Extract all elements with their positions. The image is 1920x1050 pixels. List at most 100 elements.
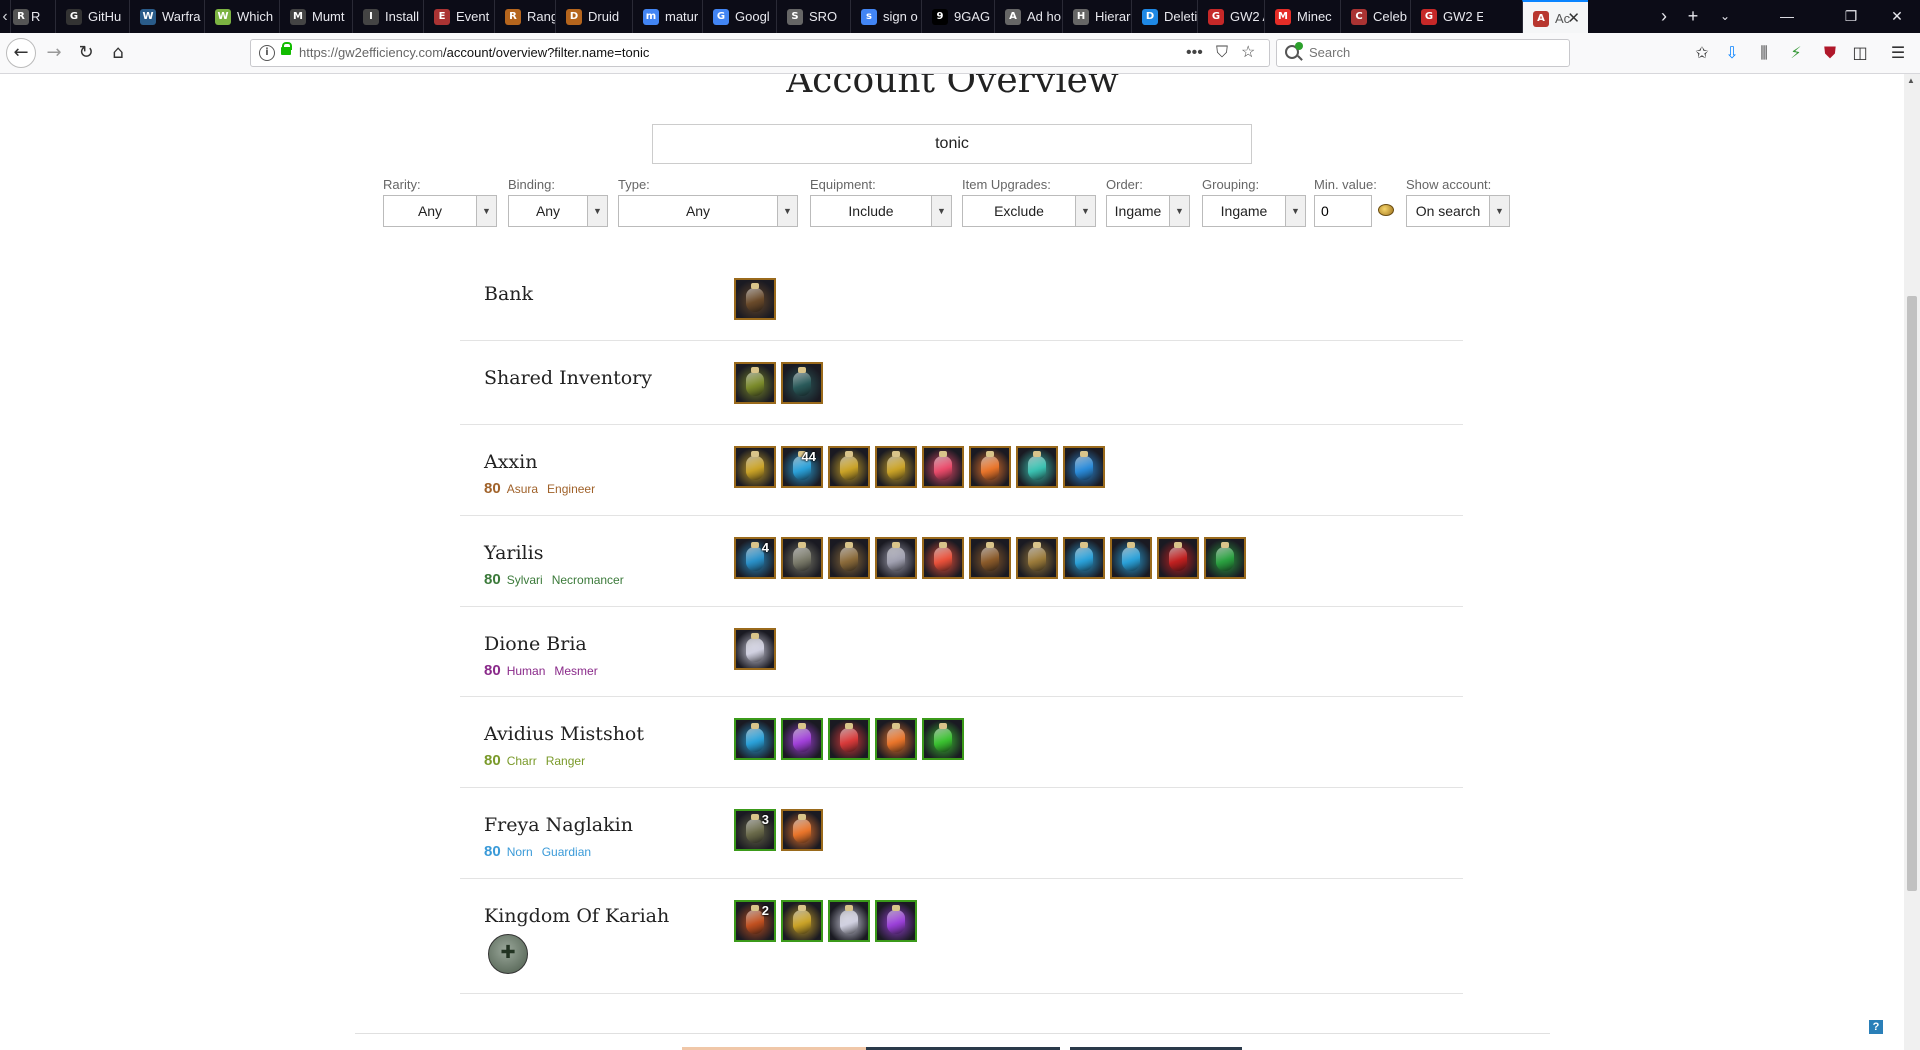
section-name[interactable]: Dione Bria — [484, 633, 587, 655]
forward-button[interactable]: → — [40, 39, 68, 67]
tab-21[interactable]: G GW2 E — [1410, 0, 1522, 33]
download-icon[interactable]: ⇩ — [1720, 41, 1744, 65]
item-icon[interactable] — [781, 718, 823, 760]
item-icon[interactable] — [1063, 446, 1105, 488]
item-icon[interactable] — [1016, 446, 1058, 488]
page-actions-menu-icon[interactable]: ••• — [1186, 40, 1203, 66]
rarity-select[interactable]: Any ▼ — [383, 195, 497, 227]
page-scrollbar[interactable]: ▲ — [1904, 74, 1920, 1050]
section-name[interactable]: Avidius Mistshot — [484, 723, 644, 745]
tab-15[interactable]: A Ad ho — [994, 0, 1062, 33]
item-icon[interactable] — [828, 718, 870, 760]
sidebar-icon[interactable]: ◫ — [1848, 41, 1872, 65]
binding-select[interactable]: Any ▼ — [508, 195, 608, 227]
tab-7[interactable]: E Event — [423, 0, 494, 33]
item-icon[interactable] — [781, 809, 823, 851]
item-icon[interactable]: 44 — [781, 446, 823, 488]
tab-1[interactable]: RR — [10, 0, 55, 33]
tab-10[interactable]: m matur — [632, 0, 702, 33]
item-icon[interactable] — [828, 900, 870, 942]
bookmark-star-icon[interactable]: ☆ — [1241, 40, 1255, 66]
item-icon[interactable]: 3 — [734, 809, 776, 851]
section-name[interactable]: Kingdom Of Kariah — [484, 905, 669, 927]
scroll-up-arrow-icon[interactable]: ▲ — [1907, 76, 1915, 85]
tab-19[interactable]: M Minec — [1264, 0, 1340, 33]
scrollbar-thumb[interactable] — [1907, 296, 1917, 891]
chevron-down-icon[interactable]: ▼ — [931, 196, 951, 226]
chevron-down-icon[interactable]: ▼ — [1075, 196, 1095, 226]
tab-8[interactable]: R Range — [494, 0, 555, 33]
tab-list-chevron-down-icon[interactable]: ⌄ — [1708, 0, 1742, 33]
chevron-down-icon[interactable]: ▼ — [777, 196, 797, 226]
min-value-input[interactable] — [1314, 195, 1372, 227]
item-icon[interactable] — [734, 362, 776, 404]
tab-14[interactable]: 9 9GAG — [921, 0, 994, 33]
reload-button[interactable]: ↻ — [72, 39, 100, 67]
item-icon[interactable] — [1063, 537, 1105, 579]
item-icon[interactable]: 4 — [734, 537, 776, 579]
type-select[interactable]: Any ▼ — [618, 195, 798, 227]
chevron-down-icon[interactable]: ▼ — [476, 196, 496, 226]
chevron-down-icon[interactable]: ▼ — [587, 196, 607, 226]
item-icon[interactable] — [875, 718, 917, 760]
tab-11[interactable]: G Googl — [702, 0, 776, 33]
section-name[interactable]: Shared Inventory — [484, 367, 652, 389]
chevron-down-icon[interactable]: ▼ — [1489, 196, 1509, 226]
chevron-down-icon[interactable]: ▼ — [1285, 196, 1305, 226]
item-upgrades-select[interactable]: Exclude ▼ — [962, 195, 1096, 227]
extension-chart-icon[interactable]: ⚡ — [1784, 41, 1808, 65]
grouping-select[interactable]: Ingame ▼ — [1202, 195, 1306, 227]
tab-18[interactable]: G GW2 A — [1197, 0, 1264, 33]
tab-2[interactable]: G GitHu — [55, 0, 129, 33]
show-account-select[interactable]: On search ▼ — [1406, 195, 1510, 227]
item-icon[interactable] — [781, 537, 823, 579]
item-icon[interactable] — [875, 537, 917, 579]
minimize-window-button[interactable]: — — [1764, 0, 1810, 33]
item-icon[interactable] — [828, 537, 870, 579]
back-button[interactable]: ← — [6, 38, 36, 68]
tab-5[interactable]: M Mumt — [279, 0, 352, 33]
item-icon[interactable] — [922, 537, 964, 579]
tab-17[interactable]: D Deleti — [1131, 0, 1197, 33]
tab-4[interactable]: W Which — [204, 0, 279, 33]
section-name[interactable]: Freya Naglakin — [484, 814, 633, 836]
search-box[interactable] — [1276, 39, 1570, 67]
tab-16[interactable]: H Hierar — [1062, 0, 1131, 33]
section-name[interactable]: Yarilis — [484, 542, 543, 564]
ublock-shield-icon[interactable]: ⛊ — [1818, 41, 1842, 65]
order-select[interactable]: Ingame ▼ — [1106, 195, 1190, 227]
tabs-scroll-left-button[interactable]: ‹ — [0, 0, 10, 33]
section-name[interactable]: Bank — [484, 283, 533, 305]
item-icon[interactable] — [828, 446, 870, 488]
tab-3[interactable]: W Warfra — [129, 0, 204, 33]
item-icon[interactable] — [1110, 537, 1152, 579]
tab-6[interactable]: I Install — [352, 0, 423, 33]
new-tab-button[interactable]: + — [1676, 0, 1710, 33]
item-icon[interactable]: 2 — [734, 900, 776, 942]
tab-20[interactable]: C Celeb — [1340, 0, 1410, 33]
site-info-icon[interactable]: i — [259, 45, 275, 61]
pocket-icon[interactable]: ⛉ — [1216, 40, 1228, 66]
close-tab-icon[interactable]: ✕ — [1567, 2, 1580, 33]
item-icon[interactable] — [734, 628, 776, 670]
item-icon[interactable] — [922, 446, 964, 488]
item-name-filter-input[interactable] — [652, 124, 1252, 164]
close-window-button[interactable]: ✕ — [1874, 0, 1920, 33]
search-input[interactable] — [1307, 44, 1561, 61]
tab-9[interactable]: D Druid — [555, 0, 632, 33]
menu-hamburger-icon[interactable]: ☰ — [1886, 41, 1910, 65]
item-icon[interactable] — [781, 362, 823, 404]
tab-13[interactable]: s sign o — [850, 0, 921, 33]
restore-window-button[interactable]: ❐ — [1828, 0, 1874, 33]
item-icon[interactable] — [875, 446, 917, 488]
section-name[interactable]: Axxin — [484, 451, 537, 473]
item-icon[interactable] — [1204, 537, 1246, 579]
bookmarks-star-icon[interactable]: ✩ — [1690, 41, 1714, 65]
item-icon[interactable] — [1157, 537, 1199, 579]
address-bar[interactable]: i https://gw2efficiency.com/account/over… — [250, 39, 1270, 67]
equipment-select[interactable]: Include ▼ — [810, 195, 952, 227]
tab-12[interactable]: S SRO — [776, 0, 850, 33]
item-icon[interactable] — [969, 537, 1011, 579]
home-button[interactable]: ⌂ — [104, 39, 132, 67]
item-icon[interactable] — [734, 718, 776, 760]
